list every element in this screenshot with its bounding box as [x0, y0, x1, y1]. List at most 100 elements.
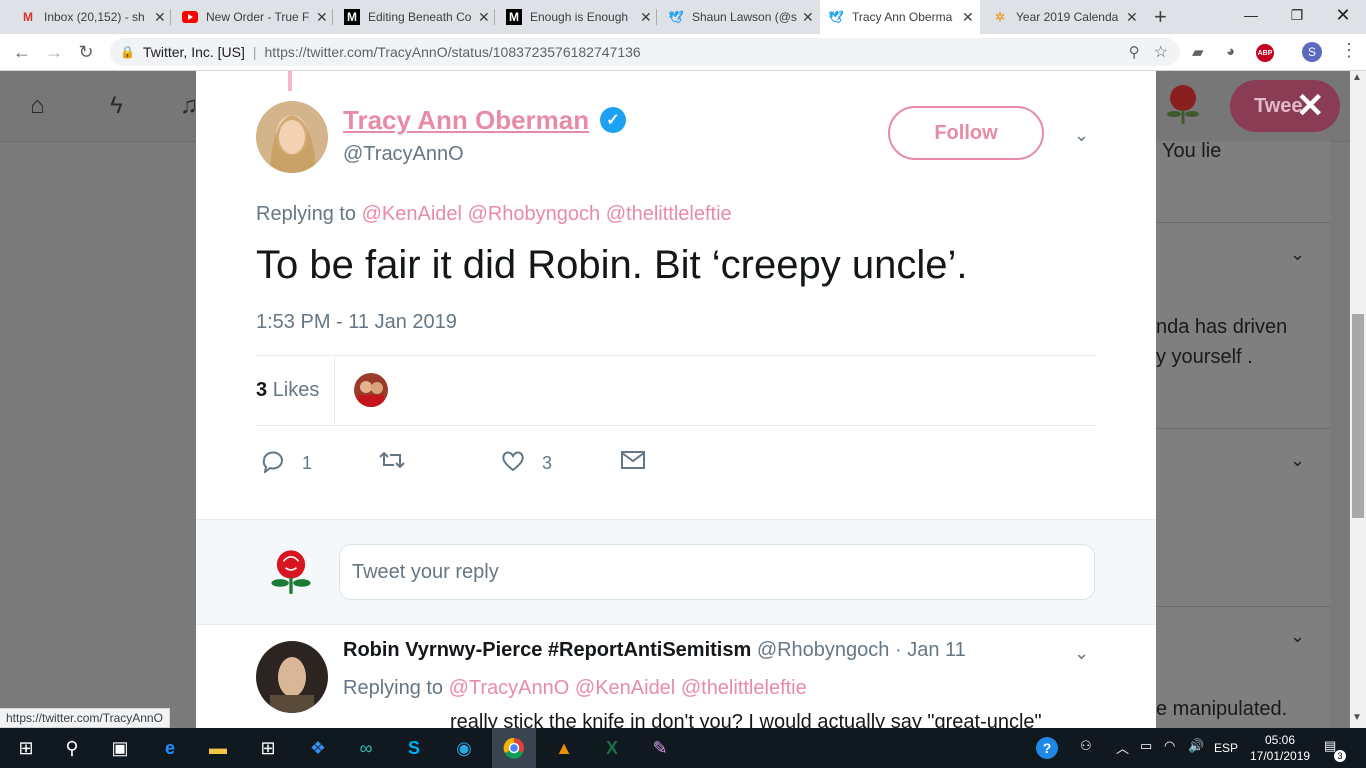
like-action[interactable]: 3	[500, 449, 552, 478]
minimize-icon[interactable]: —	[1228, 0, 1274, 30]
search-icon[interactable]: ⚲	[60, 736, 84, 760]
mention-link[interactable]: @TracyAnnO	[449, 677, 570, 699]
reply-input[interactable]: Tweet your reply	[339, 544, 1095, 600]
author-name[interactable]: Tracy Ann Oberman	[343, 105, 589, 136]
forward-icon[interactable]: →	[40, 38, 68, 66]
chevron-down-icon: ⌄	[1290, 450, 1306, 470]
tab-title: Inbox (20,152) - sh	[44, 10, 145, 24]
chrome-icon[interactable]	[502, 736, 526, 760]
clock-date: 17/01/2019	[1250, 749, 1311, 763]
tab-title: Shaun Lawson (@s	[692, 10, 797, 24]
mention-link[interactable]: @KenAidel	[575, 677, 675, 699]
extension-icon[interactable]: ◕	[1226, 43, 1235, 60]
likes-stat[interactable]: 3 Likes	[256, 379, 319, 402]
liker-avatar[interactable]	[354, 373, 388, 407]
dropbox-icon[interactable]: ❖	[306, 736, 330, 760]
avatar[interactable]	[256, 101, 328, 173]
scroll-down-icon[interactable]: ▼	[1352, 712, 1362, 723]
replying-label: Replying to	[343, 677, 444, 699]
tray-chevron-icon[interactable]: ︿	[1116, 738, 1129, 757]
twitter-icon: 🕊	[668, 10, 684, 24]
file-explorer-icon[interactable]: ▬	[206, 736, 230, 760]
reply-author-name[interactable]: Robin Vyrnwy-Pierce #ReportAntiSemitism	[343, 639, 751, 661]
tab-gmail[interactable]: M Inbox (20,152) - sh ✕	[12, 0, 168, 34]
reply-author-handle[interactable]: @Rhobyngoch	[757, 639, 890, 661]
language-indicator[interactable]: ESP	[1214, 741, 1238, 755]
retweet-action[interactable]	[378, 449, 406, 476]
tab-divider	[170, 9, 171, 25]
paint-icon[interactable]: ✎	[648, 736, 672, 760]
mention-link[interactable]: @thelittleleftie	[606, 203, 732, 225]
close-icon[interactable]: ✕	[962, 9, 974, 26]
window-close-icon[interactable]: ✕	[1320, 0, 1366, 30]
zoom-icon[interactable]: ⚲	[1129, 43, 1140, 61]
background-text: e manipulated.	[1156, 698, 1288, 720]
verified-badge-icon: ✓	[600, 107, 626, 133]
close-icon[interactable]: ✕	[316, 9, 328, 26]
store-icon[interactable]: ⊞	[256, 736, 280, 760]
close-icon[interactable]: ✕	[154, 9, 166, 26]
tab-medium-enough[interactable]: M Enough is Enough ✕	[498, 0, 654, 34]
close-modal-icon[interactable]: ✕	[1296, 86, 1325, 126]
people-icon[interactable]: ⚇	[1080, 738, 1092, 754]
wifi-app-icon[interactable]: ◉	[452, 736, 476, 760]
address-bar[interactable]: 🔒 Twitter, Inc. [US] | https://twitter.c…	[110, 38, 1180, 66]
mention-link[interactable]: @Rhobyngoch	[468, 203, 601, 225]
task-view-icon[interactable]: ▣	[108, 736, 132, 760]
battery-icon[interactable]: ▭	[1140, 738, 1152, 754]
vlc-icon[interactable]: ▲	[552, 736, 576, 760]
chevron-down-icon[interactable]: ⌄	[1074, 643, 1089, 664]
reload-icon[interactable]: ↻	[72, 38, 100, 66]
profile-avatar[interactable]: S	[1302, 42, 1322, 62]
likes-count: 3	[256, 379, 268, 401]
close-icon[interactable]: ✕	[640, 9, 652, 26]
taskbar	[0, 728, 1366, 768]
mention-link[interactable]: @thelittleleftie	[681, 677, 807, 699]
site-org: Twitter, Inc. [US]	[142, 44, 245, 60]
tab-medium-editing[interactable]: M Editing Beneath Co ✕	[336, 0, 492, 34]
close-icon[interactable]: ✕	[1126, 9, 1138, 26]
close-icon[interactable]: ✕	[478, 9, 490, 26]
back-icon[interactable]: ←	[8, 38, 36, 66]
clock[interactable]: 05:06 17/01/2019	[1250, 732, 1310, 764]
author-handle[interactable]: @TracyAnnO	[343, 143, 464, 166]
scrollbar-thumb[interactable]	[1352, 314, 1364, 518]
volume-icon[interactable]: 🔊	[1188, 738, 1204, 754]
chevron-down-icon[interactable]: ⌄	[1074, 125, 1089, 146]
reply-action[interactable]: 1	[260, 449, 312, 478]
notification-count: 3	[1334, 750, 1346, 762]
skype-icon[interactable]: S	[402, 736, 426, 760]
adblock-icon[interactable]: ABP	[1256, 44, 1274, 62]
reply-author: Robin Vyrnwy-Pierce #ReportAntiSemitism …	[343, 639, 966, 662]
tab-calendar[interactable]: ✲ Year 2019 Calenda ✕	[984, 0, 1140, 34]
reply-date[interactable]: · Jan 11	[895, 639, 966, 661]
windows-start-icon[interactable]: ⊞	[14, 736, 38, 760]
mention-link[interactable]: @KenAidel	[362, 203, 462, 225]
new-tab-icon[interactable]: +	[1154, 4, 1167, 30]
close-icon[interactable]: ✕	[802, 9, 814, 26]
menu-icon[interactable]: ⋮	[1340, 40, 1358, 61]
tab-youtube[interactable]: New Order - True F ✕	[174, 0, 330, 34]
tab-divider	[656, 9, 657, 25]
retweet-icon	[378, 449, 406, 476]
follow-button[interactable]: Follow	[888, 106, 1044, 160]
extension-icon[interactable]: ▰	[1192, 43, 1204, 61]
replying-to: Replying to @TracyAnnO @KenAidel @thelit…	[343, 677, 807, 700]
restore-icon[interactable]: ❐	[1274, 0, 1320, 30]
tweet-timestamp[interactable]: 1:53 PM - 11 Jan 2019	[256, 311, 457, 334]
url-separator: |	[252, 44, 257, 60]
tab-title: Tracy Ann Oberma	[852, 10, 953, 24]
excel-icon[interactable]: X	[600, 736, 624, 760]
edge-icon[interactable]: e	[158, 736, 182, 760]
scroll-up-icon[interactable]: ▲	[1352, 72, 1362, 83]
background-text: nda has driven	[1156, 316, 1288, 338]
avatar[interactable]	[256, 641, 328, 713]
tab-twitter-tracy[interactable]: 🕊 Tracy Ann Oberma ✕	[820, 0, 980, 34]
message-action[interactable]	[620, 449, 646, 476]
infinity-icon[interactable]: ∞	[354, 736, 378, 760]
help-icon[interactable]: ?	[1036, 737, 1058, 759]
status-url: https://twitter.com/TracyAnnO	[0, 708, 170, 728]
tab-twitter-shaun[interactable]: 🕊 Shaun Lawson (@s ✕	[660, 0, 816, 34]
network-icon[interactable]: ◠	[1164, 738, 1175, 754]
bookmark-star-icon[interactable]: ☆	[1154, 42, 1168, 62]
